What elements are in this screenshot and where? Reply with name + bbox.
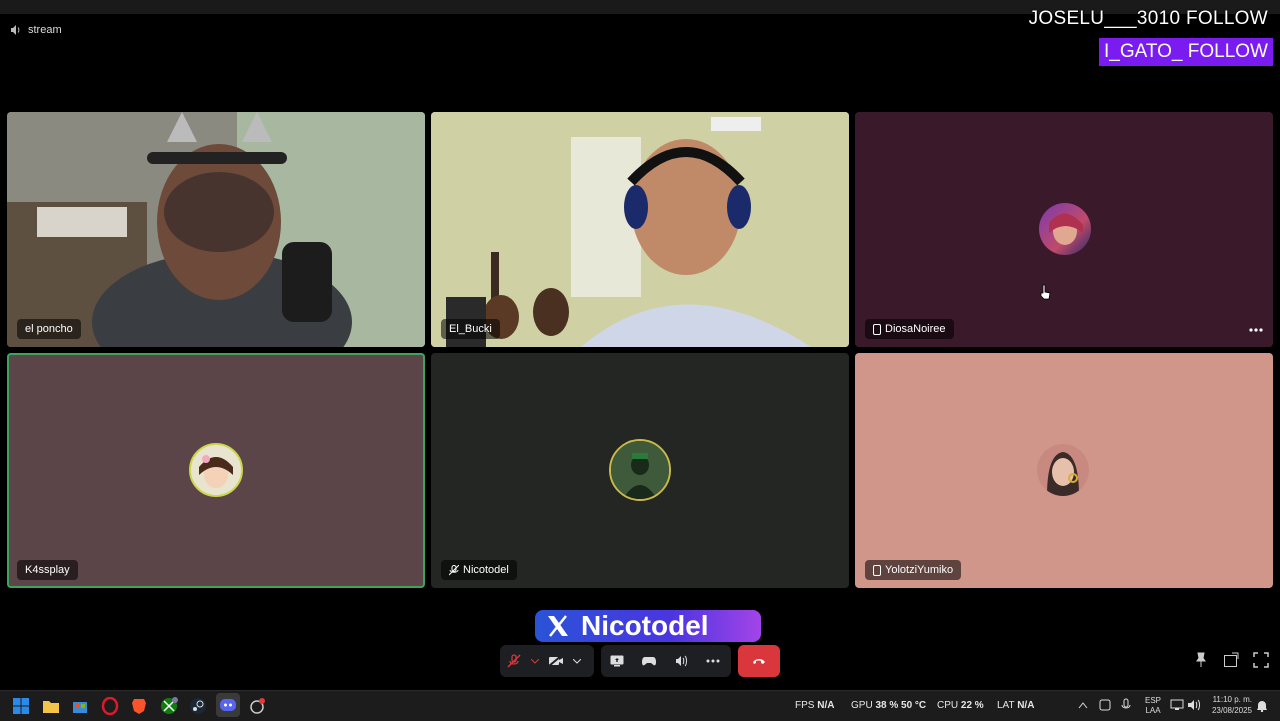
- share-screen-button[interactable]: [601, 645, 633, 677]
- discord-icon: [220, 699, 236, 711]
- clock[interactable]: 11:10 p. m. 23/08/2025: [1206, 694, 1252, 716]
- participant-name-tag: K4ssplay: [17, 560, 78, 580]
- app-icon[interactable]: [248, 697, 266, 715]
- participant-name-tag: YolotziYumiko: [865, 560, 962, 580]
- participant-name: K4ssplay: [25, 564, 70, 576]
- participant-name: YolotziYumiko: [885, 564, 954, 576]
- picture-in-picture-button[interactable]: [1223, 652, 1239, 673]
- leave-call-button[interactable]: [738, 645, 780, 677]
- more-icon: [1249, 328, 1263, 332]
- avatar-image: [1049, 213, 1083, 245]
- speaker-icon: [11, 25, 20, 35]
- video-tile-yolotziyumiko[interactable]: YolotziYumiko: [855, 353, 1273, 588]
- channel-header: stream: [10, 24, 62, 36]
- camera-off-icon: [548, 655, 563, 667]
- mic-muted-icon: [449, 564, 459, 575]
- avatar-image: [611, 441, 669, 499]
- pop-out-button[interactable]: [1193, 652, 1209, 673]
- gamepad-icon: [642, 657, 656, 666]
- participant-avatar: [1037, 444, 1089, 496]
- fullscreen-button[interactable]: [1253, 652, 1269, 673]
- pin-icon: [1196, 652, 1206, 667]
- brave-icon[interactable]: [130, 697, 148, 715]
- microphone-icon[interactable]: [1121, 698, 1131, 712]
- volume-icon[interactable]: [1187, 699, 1201, 711]
- cpu-stat: CPU 22 %: [937, 700, 984, 711]
- participant-name-tag: el poncho: [17, 319, 81, 339]
- soundboard-button[interactable]: [665, 645, 697, 677]
- participant-name-tag: Nicotodel: [441, 560, 517, 580]
- participant-name-tag: El_Bucki: [441, 319, 500, 339]
- video-tile-diosanoiree[interactable]: DiosaNoiree: [855, 112, 1273, 347]
- soundboard-icon: [676, 655, 687, 667]
- windows-start-icon[interactable]: [12, 697, 30, 715]
- leave-call-icon: [753, 659, 765, 664]
- chevron-down-icon: [573, 658, 581, 664]
- more-icon: [706, 659, 720, 663]
- mic-muted-icon: [507, 654, 521, 668]
- notification-bell-icon[interactable]: [1256, 699, 1268, 712]
- steam-icon[interactable]: [189, 697, 207, 715]
- video-tile-el-poncho[interactable]: el poncho: [7, 112, 425, 347]
- store-icon[interactable]: [71, 697, 89, 715]
- av-controls: [500, 645, 594, 677]
- participant-name: Nicotodel: [463, 564, 509, 576]
- activity-controls: [601, 645, 731, 677]
- mic-options-button[interactable]: [528, 645, 542, 677]
- participant-avatar: [189, 443, 243, 497]
- tray-app-icon[interactable]: [1099, 699, 1111, 711]
- channel-name: stream: [28, 24, 62, 36]
- share-screen-icon: [610, 655, 624, 667]
- webcam-feed: [431, 112, 849, 347]
- participant-name: DiosaNoiree: [885, 323, 946, 335]
- follow-alert-highlight: I_GATO_ FOLLOW: [1099, 38, 1273, 66]
- mobile-icon: [873, 323, 881, 335]
- participant-avatar: [609, 439, 671, 501]
- gpu-stat: GPU 38 % 50 °C: [851, 700, 927, 711]
- camera-options-button[interactable]: [570, 645, 584, 677]
- avatar-image: [1047, 452, 1079, 496]
- avatar-image: [199, 455, 233, 488]
- participant-avatar: [1039, 203, 1091, 255]
- discord-taskbar-item[interactable]: [216, 693, 240, 717]
- network-icon[interactable]: [1170, 699, 1184, 711]
- language-indicator[interactable]: ESP LAA: [1145, 696, 1161, 716]
- mic-toggle-button[interactable]: [500, 645, 528, 677]
- x-logo-icon: [548, 615, 568, 637]
- camera-toggle-button[interactable]: [542, 645, 570, 677]
- fullscreen-icon: [1253, 652, 1269, 668]
- video-tile-nicotodel[interactable]: Nicotodel: [431, 353, 849, 588]
- xbox-icon[interactable]: [160, 697, 178, 715]
- opera-icon[interactable]: [101, 697, 119, 715]
- windows-taskbar: FPS N/A GPU 38 % 50 °C CPU 22 % LAT N/A …: [0, 690, 1280, 721]
- video-tile-k4ssplay[interactable]: K4ssplay: [7, 353, 425, 588]
- participant-name: El_Bucki: [449, 323, 492, 335]
- webcam-feed: [7, 112, 425, 347]
- chevron-down-icon: [531, 658, 539, 664]
- activity-button[interactable]: [633, 645, 665, 677]
- latency-stat: LAT N/A: [997, 700, 1035, 711]
- participant-name-tag: DiosaNoiree: [865, 319, 954, 339]
- mobile-icon: [873, 564, 881, 576]
- fps-stat: FPS N/A: [795, 700, 835, 711]
- chevron-up-icon[interactable]: [1078, 701, 1088, 709]
- popout-icon: [1224, 652, 1239, 667]
- video-tile-el-bucki[interactable]: El_Bucki: [431, 112, 849, 347]
- more-options-button[interactable]: [697, 645, 729, 677]
- file-explorer-icon[interactable]: [42, 697, 60, 715]
- follow-alert: JOSELU___3010 FOLLOW: [1028, 8, 1268, 29]
- hand-cursor-icon: [1040, 284, 1051, 300]
- social-handle-text: Nicotodel: [581, 610, 709, 641]
- participant-name: el poncho: [25, 323, 73, 335]
- tile-more-options-button[interactable]: [1247, 321, 1265, 339]
- social-handle-banner: Nicotodel: [535, 610, 761, 642]
